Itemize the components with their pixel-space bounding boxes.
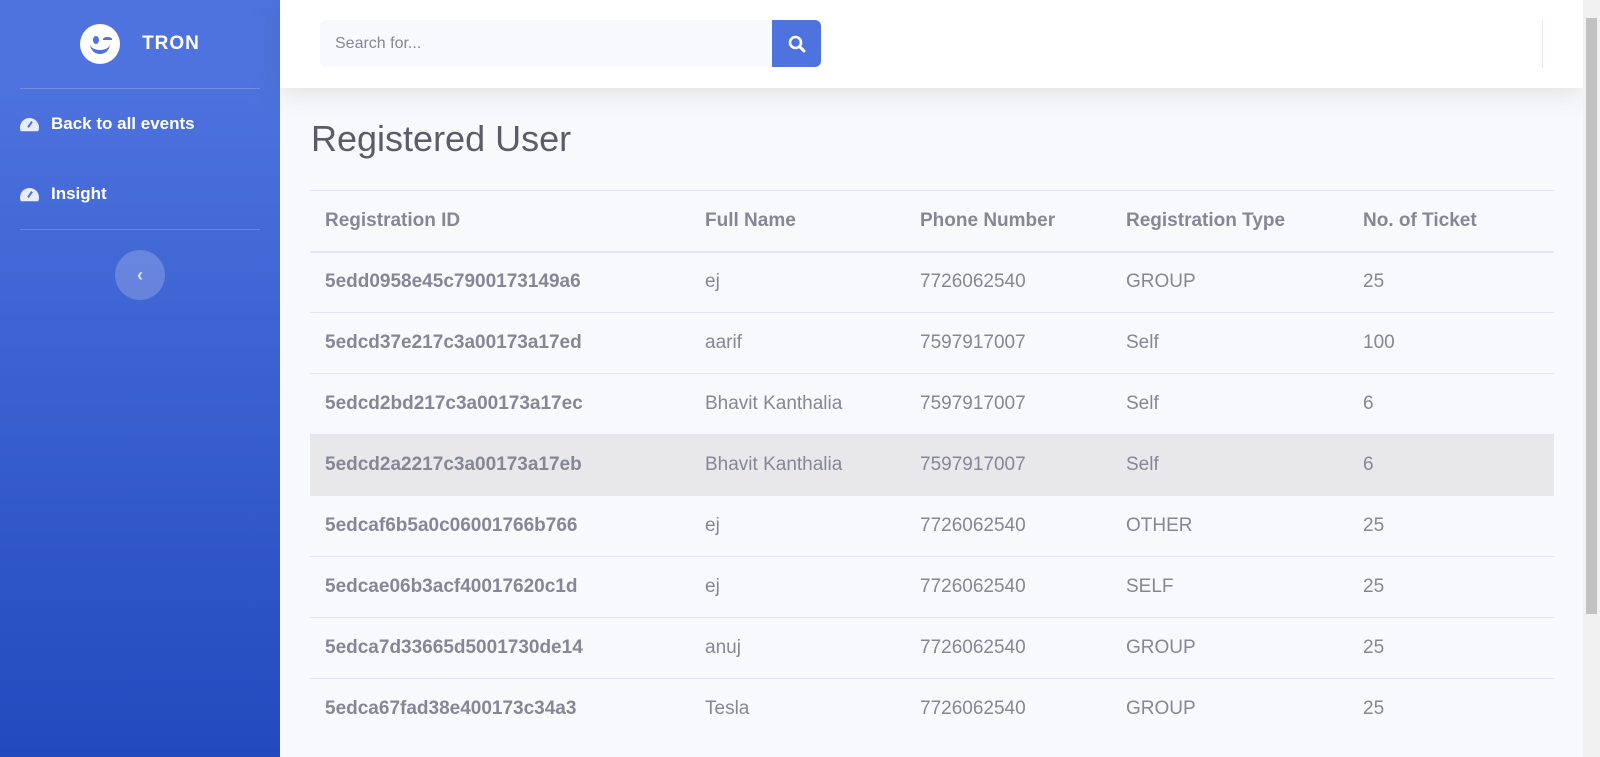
phone-number-cell: 7726062540 [905,251,1111,313]
sidebar: TRON Back to all events Insight ‹ [0,0,280,757]
brand[interactable]: TRON [0,0,280,88]
full-name-cell: aarif [690,312,905,374]
registration-id-cell: 5edcae06b3acf40017620c1d [310,556,690,618]
phone-number-cell: 7726062540 [905,556,1111,618]
sidebar-toggle-button[interactable]: ‹ [115,250,165,300]
full-name-cell: Bhavit Kanthalia [690,434,905,496]
tachometer-icon [20,116,39,132]
search-icon [788,35,805,52]
registration-id-cell: 5edd0958e45c7900173149a6 [310,251,690,313]
ticket-count-cell: 100 [1348,312,1554,374]
search-input[interactable] [320,20,772,67]
phone-number-cell: 7597917007 [905,434,1111,496]
phone-number-cell: 7597917007 [905,312,1111,374]
phone-number-cell: 7597917007 [905,373,1111,435]
ticket-count-cell: 6 [1348,373,1554,435]
column-header-registration-type: Registration Type [1111,190,1348,253]
table-row[interactable]: 5edcd2a2217c3a00173a17eb Bhavit Kanthali… [310,434,1554,496]
table-row[interactable]: 5edca7d33665d5001730de14 anuj 7726062540… [310,617,1554,679]
registration-type-cell: SELF [1111,556,1348,618]
full-name-cell: Bhavit Kanthalia [690,373,905,435]
registration-type-cell: Self [1111,434,1348,496]
registration-type-cell: GROUP [1111,251,1348,313]
sidebar-item-insight[interactable]: Insight [0,159,280,229]
tachometer-icon [20,186,39,202]
ticket-count-cell: 25 [1348,556,1554,618]
sidebar-item-label: Insight [51,184,107,203]
registration-type-cell: OTHER [1111,495,1348,557]
ticket-count-cell: 25 [1348,617,1554,679]
chevron-left-icon: ‹ [137,264,143,285]
ticket-count-cell: 25 [1348,251,1554,313]
sidebar-item-back-to-all-events[interactable]: Back to all events [0,89,280,159]
registration-id-cell: 5edca7d33665d5001730de14 [310,617,690,679]
phone-number-cell: 7726062540 [905,678,1111,740]
page-scrollbar[interactable] [1583,0,1600,757]
column-header-phone-number: Phone Number [905,190,1111,253]
winking-face-icon [80,24,121,64]
full-name-cell: ej [690,495,905,557]
ticket-count-cell: 25 [1348,495,1554,557]
registration-id-cell: 5edcd2a2217c3a00173a17eb [310,434,690,496]
table-header-row: Registration ID Full Name Phone Number R… [310,190,1554,253]
column-header-no-of-ticket: No. of Ticket [1348,190,1554,253]
sidebar-divider [20,229,260,230]
page-title: Registered User [311,118,572,159]
full-name-cell: ej [690,251,905,313]
table-row[interactable]: 5edcd37e217c3a00173a17ed aarif 759791700… [310,312,1554,374]
topbar-divider [1542,20,1543,68]
main-content: Registered User Registration ID Full Nam… [280,88,1583,757]
registered-users-table: Registration ID Full Name Phone Number R… [310,190,1554,740]
registration-id-cell: 5edcd37e217c3a00173a17ed [310,312,690,374]
phone-number-cell: 7726062540 [905,617,1111,679]
full-name-cell: Tesla [690,678,905,740]
registration-id-cell: 5edcaf6b5a0c06001766b766 [310,495,690,557]
table-row[interactable]: 5edcae06b3acf40017620c1d ej 7726062540 S… [310,556,1554,618]
brand-name: TRON [142,33,200,54]
registration-type-cell: GROUP [1111,617,1348,679]
column-header-registration-id: Registration ID [310,190,690,253]
registration-type-cell: Self [1111,373,1348,435]
phone-number-cell: 7726062540 [905,495,1111,557]
sidebar-item-label: Back to all events [51,114,195,133]
table-row[interactable]: 5edd0958e45c7900173149a6 ej 7726062540 G… [310,251,1554,313]
registration-id-cell: 5edca67fad38e400173c34a3 [310,678,690,740]
registration-type-cell: GROUP [1111,678,1348,740]
full-name-cell: anuj [690,617,905,679]
ticket-count-cell: 6 [1348,434,1554,496]
scrollbar-thumb[interactable] [1586,18,1597,614]
table-row[interactable]: 5edcaf6b5a0c06001766b766 ej 7726062540 O… [310,495,1554,557]
table-row[interactable]: 5edca67fad38e400173c34a3 Tesla 772606254… [310,678,1554,740]
column-header-full-name: Full Name [690,190,905,253]
topbar [280,0,1583,88]
registration-type-cell: Self [1111,312,1348,374]
registration-id-cell: 5edcd2bd217c3a00173a17ec [310,373,690,435]
search-bar [320,20,821,67]
search-button[interactable] [772,20,821,67]
full-name-cell: ej [690,556,905,618]
ticket-count-cell: 25 [1348,678,1554,740]
table-row[interactable]: 5edcd2bd217c3a00173a17ec Bhavit Kanthali… [310,373,1554,435]
